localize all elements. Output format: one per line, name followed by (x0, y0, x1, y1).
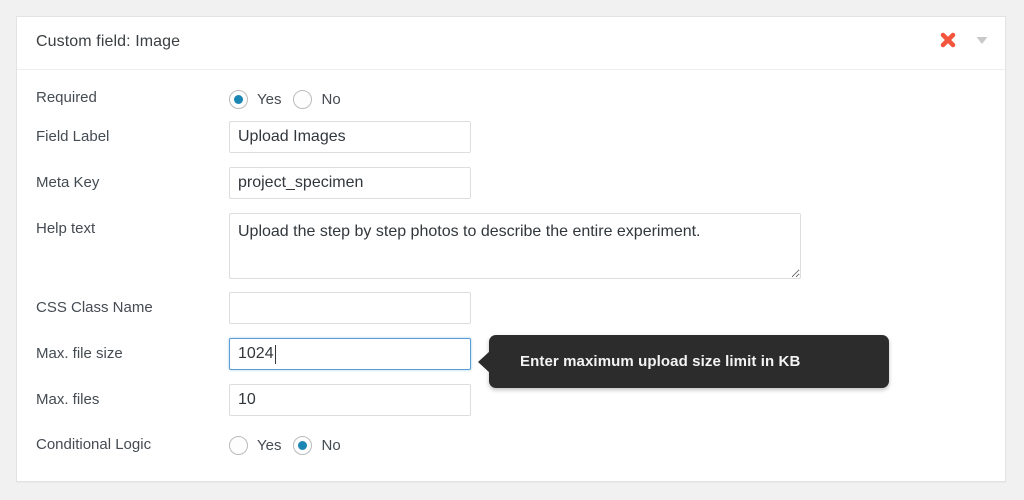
field-label-control: Upload Images (229, 121, 471, 153)
tooltip-text: Enter maximum upload size limit in KB (520, 353, 801, 370)
radio-required-yes[interactable]: Yes (229, 89, 293, 109)
label-conditional-logic: Conditional Logic (36, 436, 152, 453)
help-text-control: Upload the step by step photos to descri… (229, 213, 801, 279)
radio-circle-no[interactable] (293, 89, 313, 109)
radio-group-conditional-logic: Yes No (229, 435, 353, 455)
radio-label-cond-yes: Yes (257, 436, 282, 454)
close-x-icon[interactable] (938, 30, 958, 50)
radio-circle-cond-yes[interactable] (229, 435, 248, 455)
meta-key-control: project_specimen (229, 167, 471, 199)
field-label-value: Upload Images (238, 128, 346, 145)
label-required: Required (36, 89, 97, 106)
meta-key-input[interactable]: project_specimen (229, 167, 471, 199)
chevron-down-icon[interactable] (974, 32, 990, 48)
label-max-files: Max. files (36, 391, 100, 408)
field-label-input[interactable]: Upload Images (229, 121, 471, 153)
text-caret (274, 344, 276, 364)
radio-circle-cond-no[interactable] (293, 435, 313, 455)
page-title: Custom field: Image (36, 33, 181, 50)
radio-conditional-yes[interactable]: Yes (229, 435, 293, 455)
max-file-size-control: 1024 (229, 338, 471, 370)
radio-label-cond-no: No (321, 436, 341, 454)
label-field-label: Field Label (36, 128, 110, 145)
tooltip: Enter maximum upload size limit in KB (478, 335, 889, 388)
css-class-name-input[interactable] (229, 292, 471, 324)
label-help-text: Help text (36, 220, 96, 237)
radio-conditional-no[interactable]: No (293, 435, 352, 455)
radio-required-no[interactable]: No (293, 89, 352, 109)
max-file-size-value: 1024 (238, 345, 274, 362)
radio-circle-yes[interactable] (229, 89, 248, 109)
max-file-size-input[interactable]: 1024 (229, 338, 471, 370)
header-actions (938, 30, 990, 50)
label-css-class-name: CSS Class Name (36, 299, 153, 316)
radio-group-required: Yes No (229, 89, 353, 109)
max-files-value: 10 (238, 391, 256, 408)
custom-field-panel: Custom field: Image Required Yes No Fiel… (16, 16, 1006, 482)
radio-label-yes: Yes (257, 90, 282, 108)
meta-key-value: project_specimen (238, 174, 364, 191)
tooltip-arrow (478, 350, 490, 373)
label-meta-key: Meta Key (36, 174, 100, 191)
help-text-value: Upload the step by step photos to descri… (238, 223, 701, 240)
label-max-file-size: Max. file size (36, 345, 123, 362)
help-text-textarea[interactable]: Upload the step by step photos to descri… (229, 213, 801, 279)
css-class-control (229, 292, 471, 324)
max-files-input[interactable]: 10 (229, 384, 471, 416)
max-files-control: 10 (229, 384, 471, 416)
radio-label-no: No (321, 90, 341, 108)
panel-header: Custom field: Image (17, 17, 1005, 70)
